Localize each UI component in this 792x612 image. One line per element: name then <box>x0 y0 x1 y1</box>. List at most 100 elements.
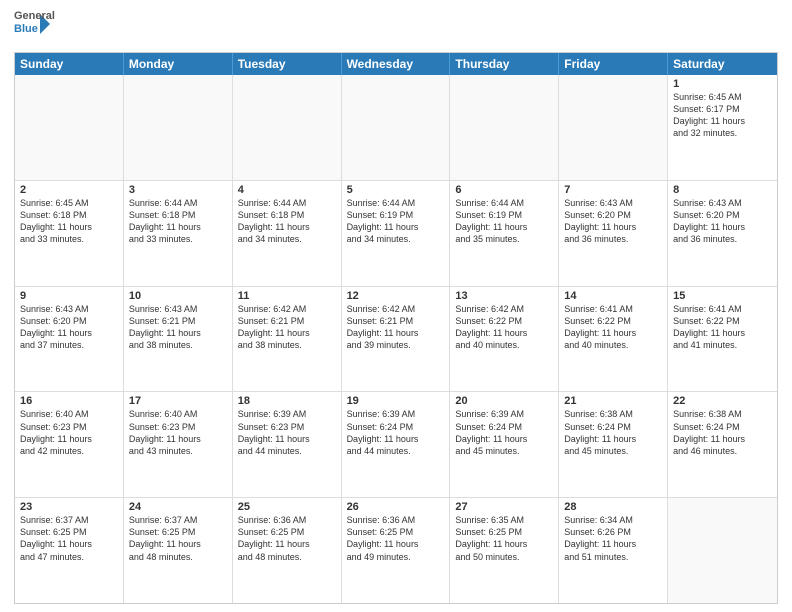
cal-cell-1-2: 4Sunrise: 6:44 AM Sunset: 6:18 PM Daylig… <box>233 181 342 286</box>
day-number-8: 8 <box>673 184 772 196</box>
cell-info-25: Sunrise: 6:36 AM Sunset: 6:25 PM Dayligh… <box>238 514 336 563</box>
cal-cell-1-6: 8Sunrise: 6:43 AM Sunset: 6:20 PM Daylig… <box>668 181 777 286</box>
day-number-20: 20 <box>455 395 553 407</box>
day-number-23: 23 <box>20 501 118 513</box>
day-number-11: 11 <box>238 290 336 302</box>
logo: GeneralBlue <box>14 10 50 46</box>
week-row-0: 1Sunrise: 6:45 AM Sunset: 6:17 PM Daylig… <box>15 75 777 181</box>
header-day-wednesday: Wednesday <box>342 53 451 75</box>
header-day-tuesday: Tuesday <box>233 53 342 75</box>
cell-info-17: Sunrise: 6:40 AM Sunset: 6:23 PM Dayligh… <box>129 408 227 457</box>
cell-info-26: Sunrise: 6:36 AM Sunset: 6:25 PM Dayligh… <box>347 514 445 563</box>
cal-cell-1-1: 3Sunrise: 6:44 AM Sunset: 6:18 PM Daylig… <box>124 181 233 286</box>
cal-cell-1-3: 5Sunrise: 6:44 AM Sunset: 6:19 PM Daylig… <box>342 181 451 286</box>
cal-cell-4-0: 23Sunrise: 6:37 AM Sunset: 6:25 PM Dayli… <box>15 498 124 603</box>
cell-info-23: Sunrise: 6:37 AM Sunset: 6:25 PM Dayligh… <box>20 514 118 563</box>
week-row-2: 9Sunrise: 6:43 AM Sunset: 6:20 PM Daylig… <box>15 287 777 393</box>
day-number-13: 13 <box>455 290 553 302</box>
cell-info-21: Sunrise: 6:38 AM Sunset: 6:24 PM Dayligh… <box>564 408 662 457</box>
cal-cell-2-2: 11Sunrise: 6:42 AM Sunset: 6:21 PM Dayli… <box>233 287 342 392</box>
cal-cell-3-3: 19Sunrise: 6:39 AM Sunset: 6:24 PM Dayli… <box>342 392 451 497</box>
cal-cell-2-5: 14Sunrise: 6:41 AM Sunset: 6:22 PM Dayli… <box>559 287 668 392</box>
cell-info-3: Sunrise: 6:44 AM Sunset: 6:18 PM Dayligh… <box>129 197 227 246</box>
header-day-saturday: Saturday <box>668 53 777 75</box>
cal-cell-4-2: 25Sunrise: 6:36 AM Sunset: 6:25 PM Dayli… <box>233 498 342 603</box>
cell-info-20: Sunrise: 6:39 AM Sunset: 6:24 PM Dayligh… <box>455 408 553 457</box>
cal-cell-0-6: 1Sunrise: 6:45 AM Sunset: 6:17 PM Daylig… <box>668 75 777 180</box>
day-number-18: 18 <box>238 395 336 407</box>
cell-info-28: Sunrise: 6:34 AM Sunset: 6:26 PM Dayligh… <box>564 514 662 563</box>
cal-cell-0-1 <box>124 75 233 180</box>
day-number-25: 25 <box>238 501 336 513</box>
cell-info-19: Sunrise: 6:39 AM Sunset: 6:24 PM Dayligh… <box>347 408 445 457</box>
cal-cell-3-0: 16Sunrise: 6:40 AM Sunset: 6:23 PM Dayli… <box>15 392 124 497</box>
cell-info-10: Sunrise: 6:43 AM Sunset: 6:21 PM Dayligh… <box>129 303 227 352</box>
cal-cell-4-6 <box>668 498 777 603</box>
cell-info-12: Sunrise: 6:42 AM Sunset: 6:21 PM Dayligh… <box>347 303 445 352</box>
cal-cell-3-4: 20Sunrise: 6:39 AM Sunset: 6:24 PM Dayli… <box>450 392 559 497</box>
day-number-1: 1 <box>673 78 772 90</box>
cal-cell-1-4: 6Sunrise: 6:44 AM Sunset: 6:19 PM Daylig… <box>450 181 559 286</box>
cal-cell-3-2: 18Sunrise: 6:39 AM Sunset: 6:23 PM Dayli… <box>233 392 342 497</box>
cell-info-6: Sunrise: 6:44 AM Sunset: 6:19 PM Dayligh… <box>455 197 553 246</box>
cal-cell-0-3 <box>342 75 451 180</box>
cell-info-14: Sunrise: 6:41 AM Sunset: 6:22 PM Dayligh… <box>564 303 662 352</box>
header-day-sunday: Sunday <box>15 53 124 75</box>
week-row-1: 2Sunrise: 6:45 AM Sunset: 6:18 PM Daylig… <box>15 181 777 287</box>
cell-info-22: Sunrise: 6:38 AM Sunset: 6:24 PM Dayligh… <box>673 408 772 457</box>
day-number-5: 5 <box>347 184 445 196</box>
day-number-15: 15 <box>673 290 772 302</box>
day-number-27: 27 <box>455 501 553 513</box>
day-number-2: 2 <box>20 184 118 196</box>
week-row-4: 23Sunrise: 6:37 AM Sunset: 6:25 PM Dayli… <box>15 498 777 603</box>
page: GeneralBlue SundayMondayTuesdayWednesday… <box>0 0 792 612</box>
cell-info-5: Sunrise: 6:44 AM Sunset: 6:19 PM Dayligh… <box>347 197 445 246</box>
cal-cell-3-1: 17Sunrise: 6:40 AM Sunset: 6:23 PM Dayli… <box>124 392 233 497</box>
header-day-friday: Friday <box>559 53 668 75</box>
calendar-header: SundayMondayTuesdayWednesdayThursdayFrid… <box>15 53 777 75</box>
cal-cell-2-6: 15Sunrise: 6:41 AM Sunset: 6:22 PM Dayli… <box>668 287 777 392</box>
day-number-17: 17 <box>129 395 227 407</box>
day-number-28: 28 <box>564 501 662 513</box>
header-day-monday: Monday <box>124 53 233 75</box>
day-number-4: 4 <box>238 184 336 196</box>
cal-cell-3-6: 22Sunrise: 6:38 AM Sunset: 6:24 PM Dayli… <box>668 392 777 497</box>
cal-cell-0-0 <box>15 75 124 180</box>
cell-info-1: Sunrise: 6:45 AM Sunset: 6:17 PM Dayligh… <box>673 91 772 140</box>
cal-cell-4-5: 28Sunrise: 6:34 AM Sunset: 6:26 PM Dayli… <box>559 498 668 603</box>
cal-cell-0-2 <box>233 75 342 180</box>
day-number-24: 24 <box>129 501 227 513</box>
cell-info-9: Sunrise: 6:43 AM Sunset: 6:20 PM Dayligh… <box>20 303 118 352</box>
cell-info-15: Sunrise: 6:41 AM Sunset: 6:22 PM Dayligh… <box>673 303 772 352</box>
cell-info-18: Sunrise: 6:39 AM Sunset: 6:23 PM Dayligh… <box>238 408 336 457</box>
cell-info-13: Sunrise: 6:42 AM Sunset: 6:22 PM Dayligh… <box>455 303 553 352</box>
header: GeneralBlue <box>14 10 778 46</box>
cell-info-2: Sunrise: 6:45 AM Sunset: 6:18 PM Dayligh… <box>20 197 118 246</box>
week-row-3: 16Sunrise: 6:40 AM Sunset: 6:23 PM Dayli… <box>15 392 777 498</box>
cal-cell-4-4: 27Sunrise: 6:35 AM Sunset: 6:25 PM Dayli… <box>450 498 559 603</box>
cal-cell-2-3: 12Sunrise: 6:42 AM Sunset: 6:21 PM Dayli… <box>342 287 451 392</box>
cell-info-24: Sunrise: 6:37 AM Sunset: 6:25 PM Dayligh… <box>129 514 227 563</box>
day-number-12: 12 <box>347 290 445 302</box>
cal-cell-4-1: 24Sunrise: 6:37 AM Sunset: 6:25 PM Dayli… <box>124 498 233 603</box>
day-number-6: 6 <box>455 184 553 196</box>
day-number-22: 22 <box>673 395 772 407</box>
cal-cell-3-5: 21Sunrise: 6:38 AM Sunset: 6:24 PM Dayli… <box>559 392 668 497</box>
day-number-9: 9 <box>20 290 118 302</box>
day-number-10: 10 <box>129 290 227 302</box>
day-number-16: 16 <box>20 395 118 407</box>
calendar-body: 1Sunrise: 6:45 AM Sunset: 6:17 PM Daylig… <box>15 75 777 603</box>
day-number-26: 26 <box>347 501 445 513</box>
day-number-19: 19 <box>347 395 445 407</box>
cal-cell-1-5: 7Sunrise: 6:43 AM Sunset: 6:20 PM Daylig… <box>559 181 668 286</box>
calendar: SundayMondayTuesdayWednesdayThursdayFrid… <box>14 52 778 604</box>
cal-cell-0-4 <box>450 75 559 180</box>
cell-info-27: Sunrise: 6:35 AM Sunset: 6:25 PM Dayligh… <box>455 514 553 563</box>
cell-info-4: Sunrise: 6:44 AM Sunset: 6:18 PM Dayligh… <box>238 197 336 246</box>
cell-info-16: Sunrise: 6:40 AM Sunset: 6:23 PM Dayligh… <box>20 408 118 457</box>
cal-cell-2-0: 9Sunrise: 6:43 AM Sunset: 6:20 PM Daylig… <box>15 287 124 392</box>
cal-cell-2-1: 10Sunrise: 6:43 AM Sunset: 6:21 PM Dayli… <box>124 287 233 392</box>
cal-cell-4-3: 26Sunrise: 6:36 AM Sunset: 6:25 PM Dayli… <box>342 498 451 603</box>
cal-cell-1-0: 2Sunrise: 6:45 AM Sunset: 6:18 PM Daylig… <box>15 181 124 286</box>
day-number-21: 21 <box>564 395 662 407</box>
